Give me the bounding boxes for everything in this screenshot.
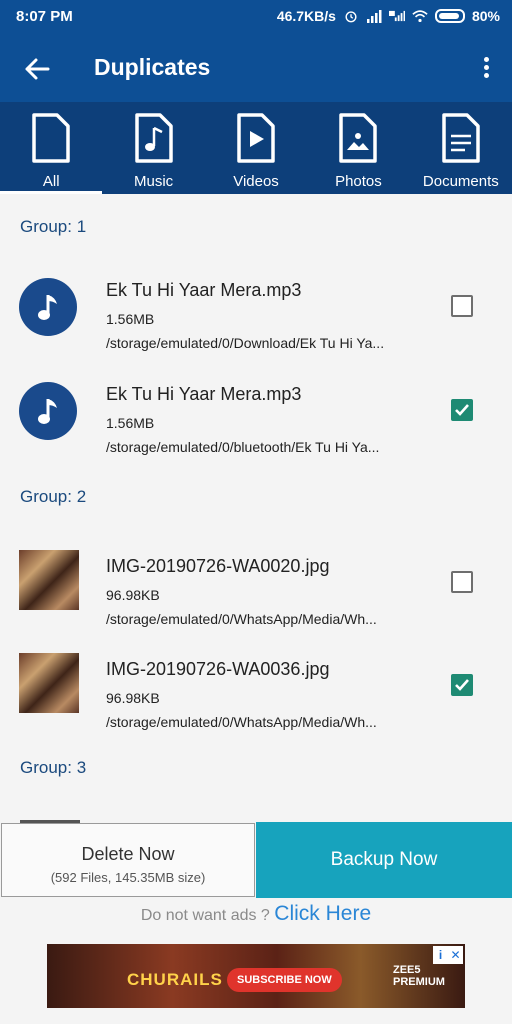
battery-icon [434,9,465,23]
signal-icon [366,10,382,23]
tab-photos[interactable]: Photos [307,102,409,194]
network-speed: 46.7KB/s [276,8,336,24]
select-checkbox[interactable] [451,674,473,696]
file-size: 96.98KB [106,690,160,706]
ad-brand: ZEE5 PREMIUM [393,964,445,988]
volte-signal-icon [388,10,405,22]
file-path: /storage/emulated/0/WhatsApp/Media/Wh... [106,714,377,730]
remove-ads-prompt: Do not want ads ? Click Here [0,902,512,926]
backup-now-label: Backup Now [330,849,438,870]
ad-close-icon[interactable]: ✕ [448,946,463,964]
delete-now-label: Delete Now [81,844,175,864]
tab-videos[interactable]: Videos [205,102,307,194]
ad-title: CHURAILS [127,970,223,989]
delete-now-button[interactable]: Delete Now (592 Files, 145.35MB size) [1,823,255,897]
file-size: 1.56MB [106,415,155,431]
document-file-icon [442,113,480,163]
ad-banner[interactable]: CHURAILS SUBSCRIBE NOW ZEE5 PREMIUM i ✕ [47,944,465,1008]
file-size: 96.98KB [106,587,160,603]
list-item[interactable]: IMG-20190726-WA0036.jpg 96.98KB /storage… [0,637,512,733]
alarm-icon [345,11,357,23]
delete-summary: (592 Files, 145.35MB size) [50,870,206,885]
list-item[interactable]: IMG-20190726-WA0020.jpg 96.98KB /storage… [0,534,512,630]
music-note-icon [38,295,57,320]
file-path: /storage/emulated/0/bluetooth/Ek Tu Hi Y… [106,439,380,455]
ad-info-icon[interactable]: i [433,946,448,964]
group-header: Group: 1 [20,217,87,236]
image-thumbnail [19,653,79,713]
tab-all[interactable]: All [0,102,103,194]
file-name: IMG-20190726-WA0020.jpg [106,556,330,576]
status-time: 8:07 PM [16,8,73,25]
tab-music-label: Music [134,173,174,190]
app-toolbar: Duplicates [0,34,512,102]
tab-documents-label: Documents [422,173,499,190]
file-path: /storage/emulated/0/Download/Ek Tu Hi Ya… [106,335,385,351]
tab-documents[interactable]: Documents [410,102,512,194]
music-note-icon [38,399,57,424]
status-bar: 8:07 PM 46.7KB/s 80% [0,0,512,34]
list-item[interactable]: Ek Tu Hi Yaar Mera.mp3 1.56MB /storage/e… [0,258,512,354]
page-title: Duplicates [94,54,211,80]
check-icon [455,404,469,416]
tab-videos-label: Videos [233,173,279,190]
back-arrow-icon[interactable] [22,54,52,84]
check-icon [455,679,469,691]
file-name: IMG-20190726-WA0036.jpg [106,659,330,679]
tab-music[interactable]: Music [102,102,204,194]
file-path: /storage/emulated/0/WhatsApp/Media/Wh... [106,611,377,627]
tab-all-label: All [42,173,60,190]
bottom-action-bar: Delete Now (592 Files, 145.35MB size) Ba… [0,822,512,898]
file-name: Ek Tu Hi Yaar Mera.mp3 [106,280,302,300]
file-name: Ek Tu Hi Yaar Mera.mp3 [106,384,302,404]
ad-subscribe-button[interactable]: SUBSCRIBE NOW [227,968,342,992]
click-here-link[interactable]: Click Here [274,902,371,925]
remove-ads-question: Do not want ads ? [140,907,270,924]
tab-photos-label: Photos [335,173,382,190]
wifi-icon [412,10,428,23]
group-header: Group: 3 [20,758,87,777]
status-icons: 46.7KB/s 80% [277,8,500,24]
select-checkbox[interactable] [451,399,473,421]
group-header: Group: 2 [20,487,87,506]
backup-now-button[interactable]: Backup Now [256,822,512,898]
video-file-icon [237,113,275,163]
music-file-icon [134,113,173,163]
select-checkbox[interactable] [451,295,473,317]
battery-level: 80% [471,8,500,24]
more-options-icon[interactable] [480,54,492,84]
file-icon [32,113,70,163]
music-thumbnail [19,278,77,336]
file-size: 1.56MB [106,311,155,327]
music-thumbnail [19,382,77,440]
image-thumbnail [19,550,79,610]
photo-file-icon [339,113,378,163]
list-item[interactable]: Ek Tu Hi Yaar Mera.mp3 1.56MB /storage/e… [0,362,512,458]
ad-choices[interactable]: i ✕ [433,946,463,964]
select-checkbox[interactable] [451,571,473,593]
category-tabs: All Music Videos Photos Documents [0,102,512,194]
